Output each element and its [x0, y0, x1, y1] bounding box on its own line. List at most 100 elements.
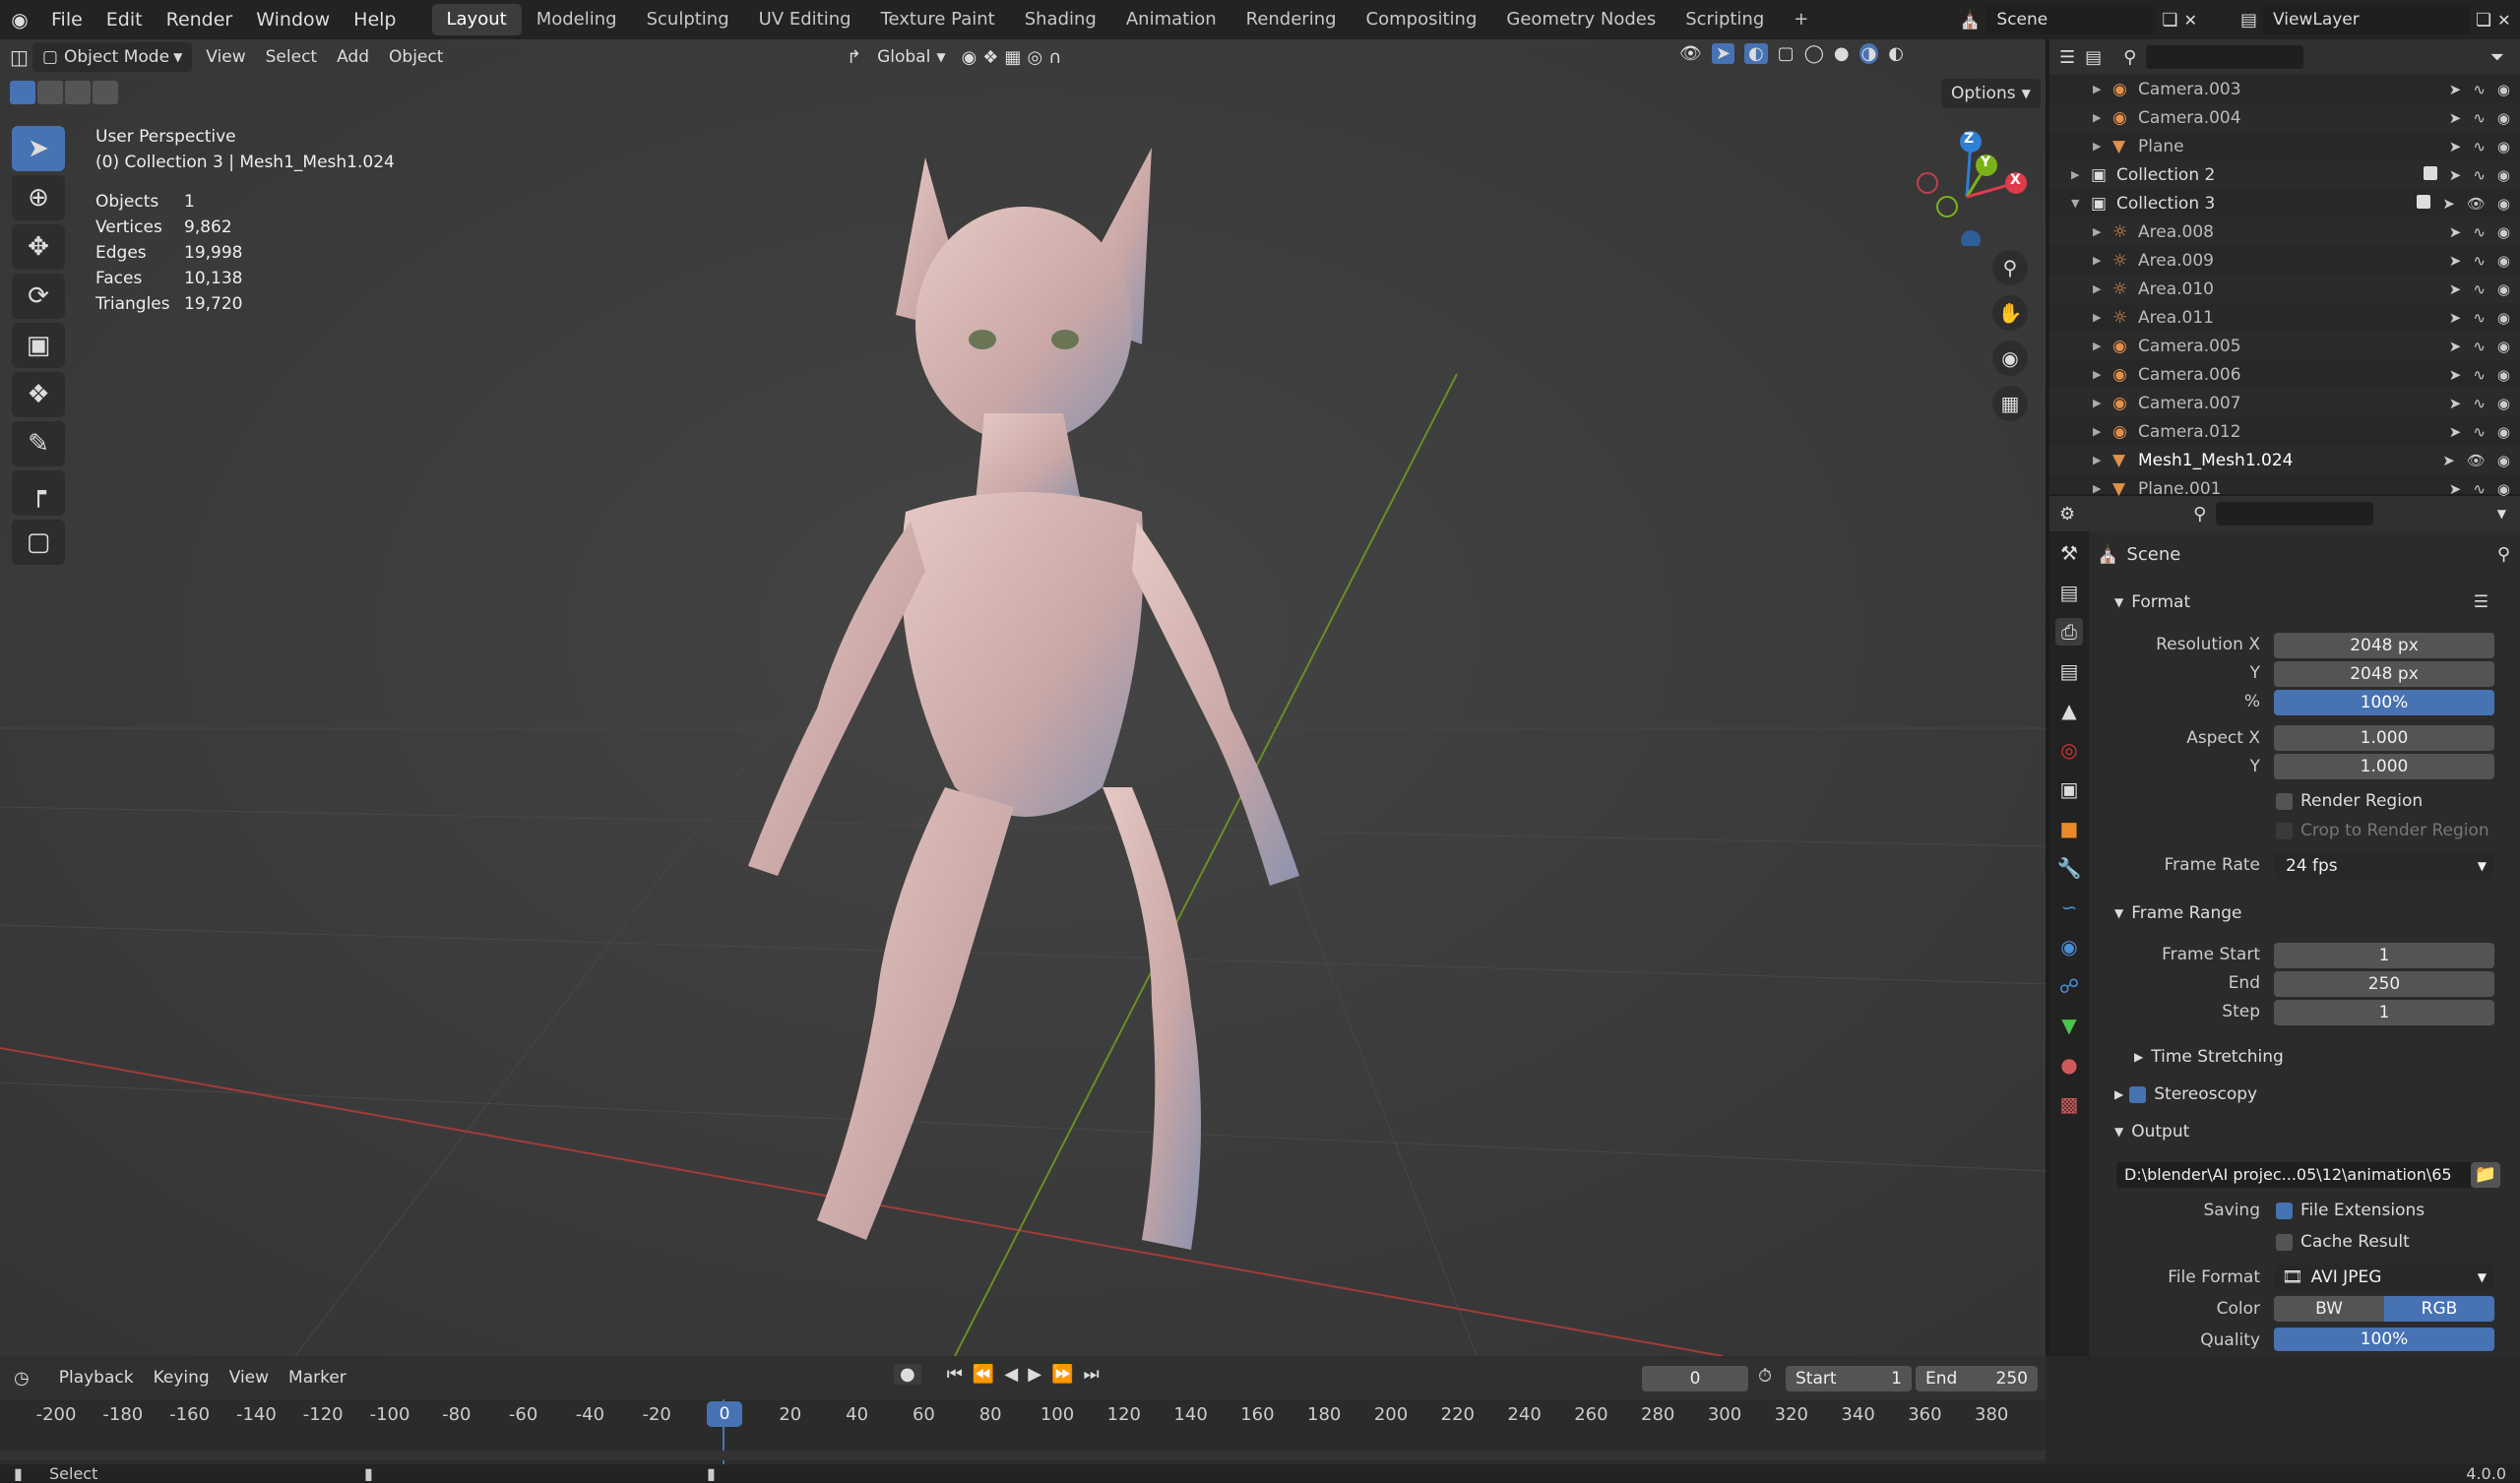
- outliner-item-name[interactable]: Collection 3: [2116, 194, 2215, 214]
- expand-arrow-icon[interactable]: ▶: [2093, 254, 2112, 267]
- constraints-tab-icon[interactable]: ☍: [2055, 972, 2083, 1000]
- render-camera-icon[interactable]: ◉: [2497, 109, 2510, 127]
- menu-edit[interactable]: Edit: [94, 0, 155, 39]
- render-camera-icon[interactable]: ◉: [2497, 252, 2510, 270]
- expand-arrow-icon[interactable]: ▶: [2093, 282, 2112, 295]
- record-icon[interactable]: ●: [894, 1364, 921, 1385]
- cursor-tool-icon[interactable]: ⊕: [12, 175, 65, 220]
- selectable-icon[interactable]: ➤: [2449, 138, 2462, 155]
- tab-rendering[interactable]: Rendering: [1231, 4, 1352, 35]
- outliner-editor-icon[interactable]: ☰: [2059, 47, 2075, 68]
- world-tab-icon[interactable]: ◎: [2055, 736, 2083, 764]
- remove-scene-icon[interactable]: ✕: [2184, 11, 2197, 30]
- proportional-edit-icon[interactable]: ◎: [1027, 47, 1042, 68]
- viewport-menu-object[interactable]: Object: [379, 42, 453, 72]
- tab-compositing[interactable]: Compositing: [1352, 4, 1492, 35]
- hide-eye-icon[interactable]: ∿: [2473, 395, 2486, 412]
- blender-logo-icon[interactable]: ◉: [0, 8, 39, 31]
- start-frame-field[interactable]: Start 1: [1786, 1366, 1912, 1391]
- select-extend-icon[interactable]: [37, 81, 63, 104]
- resolution-percentage-slider[interactable]: 100%: [2274, 690, 2494, 715]
- select-subtract-icon[interactable]: [65, 81, 91, 104]
- chevron-down-icon[interactable]: ▼: [2497, 507, 2506, 521]
- outliner-row[interactable]: ▶ ▼ Plane ➤ ∿ ◉: [2049, 132, 2520, 160]
- menu-help[interactable]: Help: [342, 0, 408, 39]
- expand-arrow-icon[interactable]: ▶: [2093, 225, 2112, 238]
- selectable-icon[interactable]: ➤: [2449, 166, 2462, 184]
- sphynx-cat-model[interactable]: [689, 98, 1477, 1356]
- time-stretching-subpanel[interactable]: ▶ Time Stretching: [2134, 1047, 2284, 1067]
- outliner-item-name[interactable]: Area.008: [2138, 222, 2214, 242]
- outliner-row[interactable]: ▶ ◉ Camera.007 ➤ ∿ ◉: [2049, 389, 2520, 417]
- scene-tab-icon[interactable]: ▲: [2055, 697, 2083, 724]
- presets-list-icon[interactable]: ☰: [2474, 592, 2488, 612]
- properties-editor-icon[interactable]: ⚙: [2059, 504, 2075, 525]
- measure-tool-icon[interactable]: ┍: [12, 470, 65, 516]
- filter-icon[interactable]: ⏷: [2490, 47, 2504, 68]
- selectable-icon[interactable]: ➤: [2449, 395, 2462, 412]
- view-layer-tab-icon[interactable]: ▤: [2055, 657, 2083, 685]
- pan-hand-icon[interactable]: ✋: [1992, 295, 2028, 331]
- render-camera-icon[interactable]: ◉: [2497, 452, 2510, 469]
- jump-end-icon[interactable]: ⏭: [1083, 1364, 1099, 1385]
- view-layer-name-field[interactable]: ViewLayer: [2263, 5, 2471, 34]
- tab-sculpting[interactable]: Sculpting: [632, 4, 744, 35]
- view-layer-icon[interactable]: ▤: [2240, 10, 2257, 31]
- file-format-dropdown[interactable]: 🎞 AVI JPEG ▼: [2274, 1265, 2494, 1290]
- outliner-search-input[interactable]: [2146, 45, 2304, 69]
- data-tab-icon[interactable]: ▼: [2055, 1012, 2083, 1039]
- selectable-icon[interactable]: ➤: [2449, 366, 2462, 384]
- falloff-icon[interactable]: ∩: [1048, 47, 1061, 68]
- play-icon[interactable]: ▶: [1028, 1364, 1041, 1385]
- properties-search-input[interactable]: [2216, 502, 2374, 525]
- tab-shading[interactable]: Shading: [1010, 4, 1111, 35]
- color-bw-button[interactable]: BW: [2274, 1296, 2384, 1322]
- output-tab-icon[interactable]: ⎙: [2055, 618, 2083, 646]
- render-camera-icon[interactable]: ◉: [2497, 81, 2510, 98]
- xray-icon[interactable]: ▢: [1778, 43, 1795, 64]
- modifier-tab-icon[interactable]: 🔧: [2055, 854, 2083, 882]
- physics-tab-icon[interactable]: ◉: [2055, 933, 2083, 960]
- timeline-editor-icon[interactable]: ◷: [14, 1368, 30, 1389]
- material-tab-icon[interactable]: ●: [2055, 1051, 2083, 1079]
- select-box-tool-icon[interactable]: ➤: [12, 126, 65, 171]
- tab-geometry-nodes[interactable]: Geometry Nodes: [1491, 4, 1670, 35]
- options-dropdown[interactable]: Options ▼: [1941, 79, 2041, 108]
- selectable-icon[interactable]: ➤: [2449, 480, 2462, 498]
- tab-texture-paint[interactable]: Texture Paint: [866, 4, 1010, 35]
- outliner-row[interactable]: ▶ ◉ Camera.005 ➤ ∿ ◉: [2049, 332, 2520, 360]
- next-keyframe-icon[interactable]: ⏩: [1051, 1364, 1073, 1385]
- navigation-gizmo[interactable]: Z Y X: [1910, 128, 2028, 250]
- particles-tab-icon[interactable]: ∽: [2055, 894, 2083, 921]
- hide-eye-icon[interactable]: ∿: [2473, 309, 2486, 327]
- editor-type-icon[interactable]: ◫: [10, 45, 29, 69]
- timeline-menu-view[interactable]: View: [220, 1363, 279, 1392]
- add-workspace-button[interactable]: +: [1779, 4, 1823, 35]
- outliner-item-name[interactable]: Camera.012: [2138, 422, 2241, 442]
- format-panel-header[interactable]: ▼ Format ☰: [2114, 592, 2508, 612]
- outliner-row[interactable]: ▶ ☼ Area.009 ➤ ∿ ◉: [2049, 246, 2520, 275]
- expand-arrow-icon[interactable]: ▶: [2093, 83, 2112, 95]
- hide-eye-icon[interactable]: ∿: [2473, 338, 2486, 355]
- render-camera-icon[interactable]: ◉: [2497, 366, 2510, 384]
- remove-view-layer-icon[interactable]: ✕: [2497, 11, 2510, 30]
- scale-tool-icon[interactable]: ▣: [12, 323, 65, 368]
- outliner-item-name[interactable]: Plane: [2138, 137, 2184, 156]
- viewport-menu-add[interactable]: Add: [327, 42, 379, 72]
- object-tab-icon[interactable]: ■: [2055, 815, 2083, 842]
- tool-tab-icon[interactable]: ⚒: [2055, 539, 2083, 567]
- folder-icon[interactable]: 📁: [2471, 1162, 2500, 1188]
- outliner-row[interactable]: ▶ ☼ Area.010 ➤ ∿ ◉: [2049, 275, 2520, 303]
- render-tab-icon[interactable]: ▤: [2055, 579, 2083, 606]
- timeline-scrollbar[interactable]: [0, 1451, 2046, 1460]
- expand-arrow-icon[interactable]: ▶: [2093, 454, 2112, 466]
- overlays-icon[interactable]: ◐: [1743, 43, 1768, 64]
- selectable-icon[interactable]: ➤: [2449, 423, 2462, 441]
- frame-range-panel-header[interactable]: ▼ Frame Range: [2114, 903, 2508, 923]
- timeline-menu-playback[interactable]: Playback: [49, 1363, 144, 1392]
- outliner-item-name[interactable]: Area.009: [2138, 251, 2214, 271]
- expand-arrow-icon[interactable]: ▶: [2093, 340, 2112, 352]
- color-rgb-button[interactable]: RGB: [2384, 1296, 2494, 1322]
- tab-scripting[interactable]: Scripting: [1670, 4, 1779, 35]
- tab-animation[interactable]: Animation: [1111, 4, 1231, 35]
